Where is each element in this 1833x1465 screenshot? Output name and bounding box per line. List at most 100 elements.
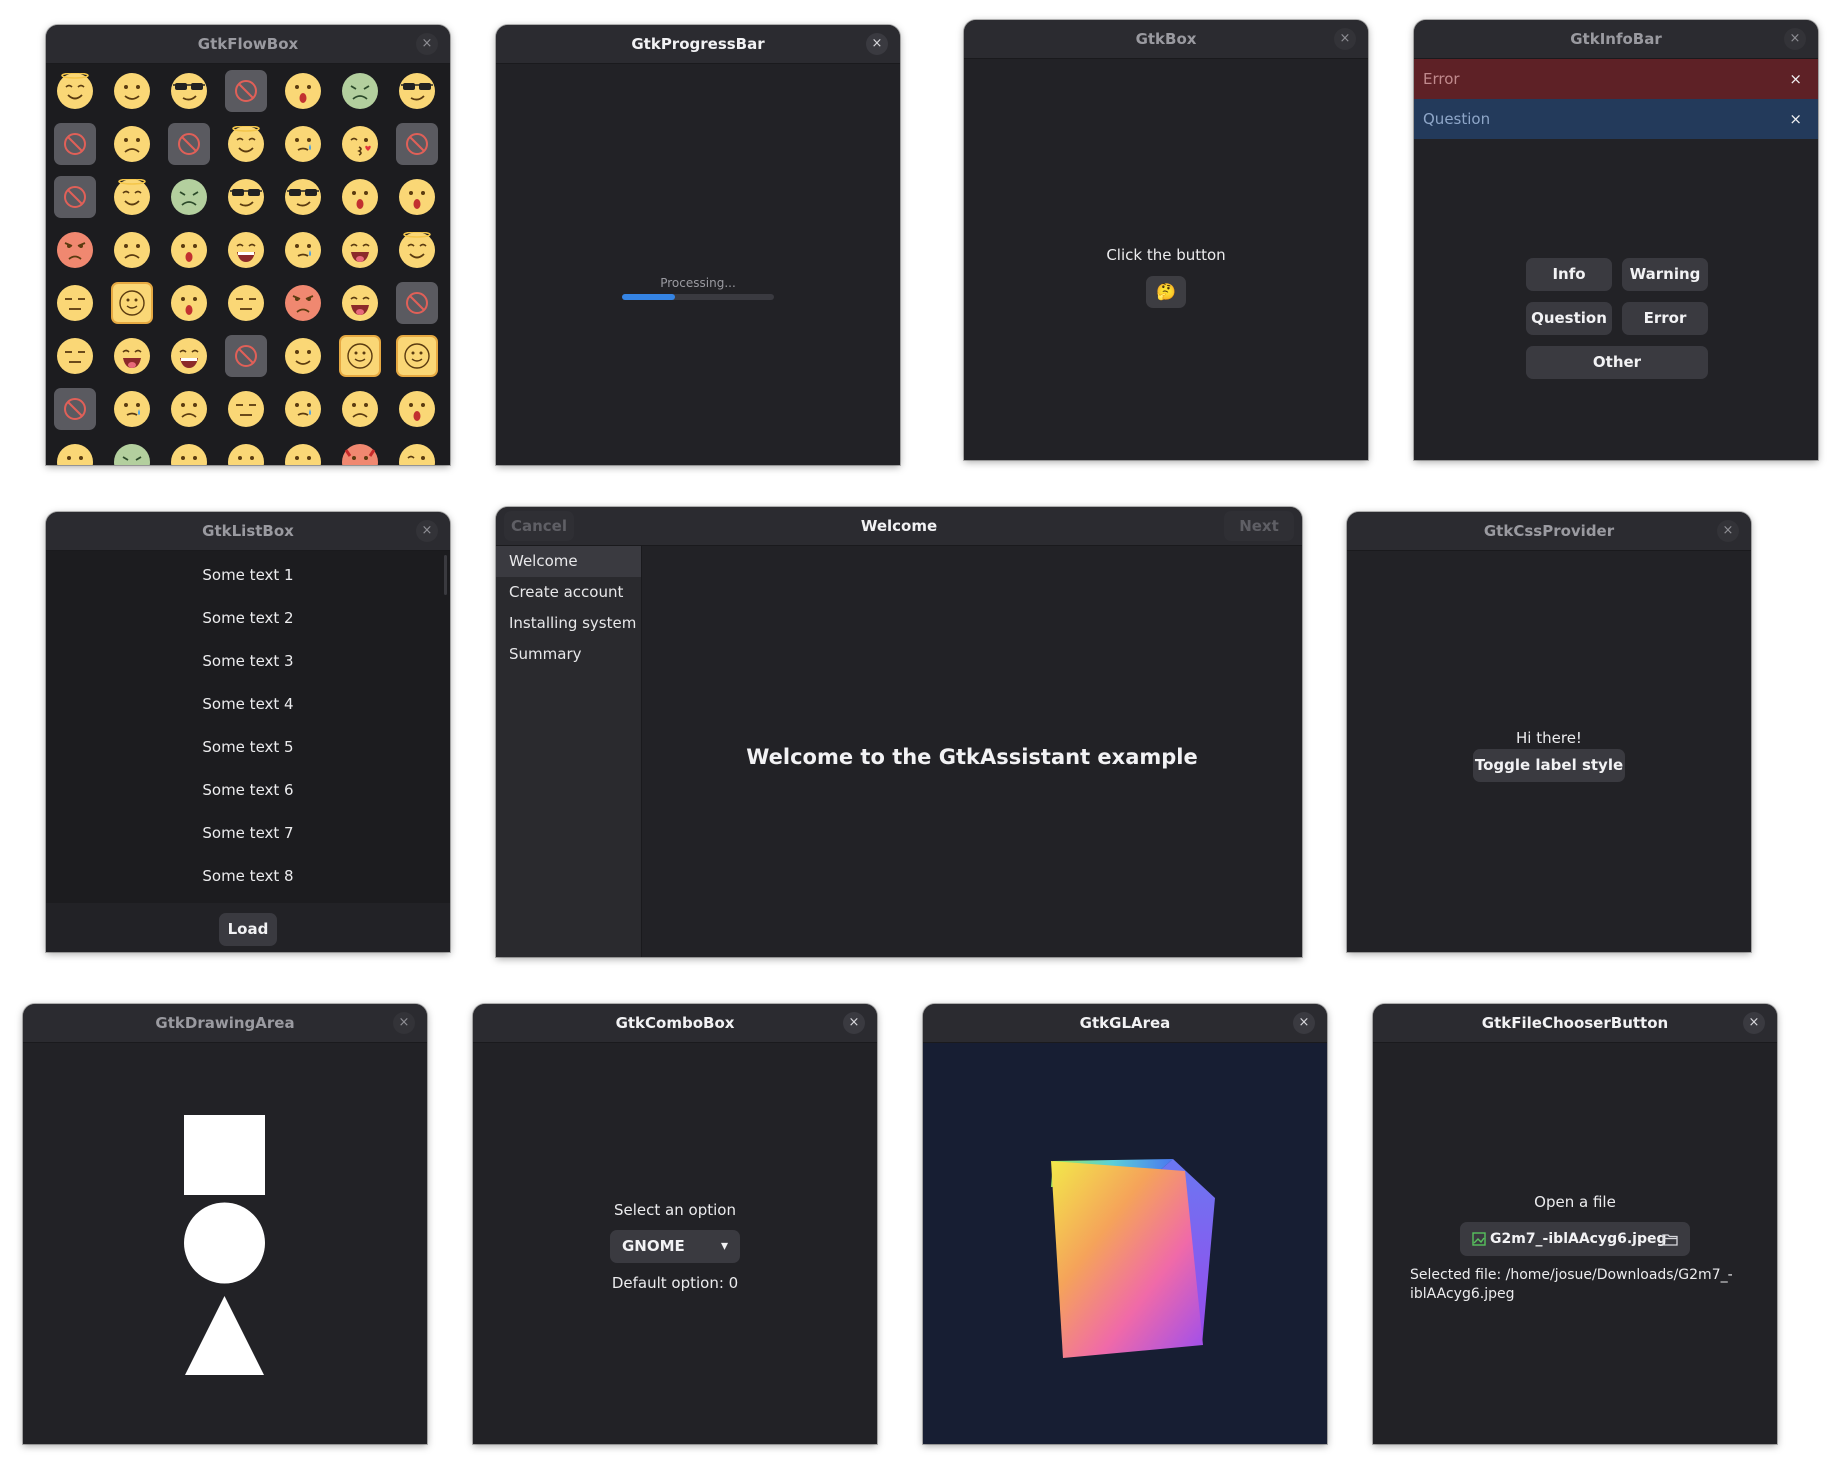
sad-emoji-icon[interactable] bbox=[109, 227, 155, 273]
selected-smile-emoji-icon[interactable] bbox=[394, 333, 440, 379]
titlebar[interactable]: Welcome Cancel Next bbox=[496, 507, 1302, 546]
sunglasses-emoji-icon[interactable] bbox=[394, 68, 440, 114]
neutral-emoji-icon[interactable] bbox=[223, 280, 269, 326]
no-entry-icon[interactable] bbox=[52, 386, 98, 432]
selected-smile-emoji-icon[interactable] bbox=[337, 333, 383, 379]
close-icon[interactable]: × bbox=[1334, 28, 1356, 50]
sad-emoji-icon[interactable] bbox=[109, 121, 155, 167]
tongue-emoji-icon[interactable] bbox=[337, 227, 383, 273]
list-item[interactable]: Some text 7 bbox=[46, 812, 450, 855]
titlebar[interactable]: GtkComboBox × bbox=[473, 1004, 877, 1043]
laugh-emoji-icon[interactable] bbox=[223, 227, 269, 273]
sunglasses-emoji-icon[interactable] bbox=[166, 68, 212, 114]
next-button[interactable]: Next bbox=[1224, 511, 1294, 541]
file-chooser-button[interactable]: G2m7_-iblAAcyg6.jpeg bbox=[1460, 1222, 1690, 1256]
close-icon[interactable]: × bbox=[1789, 99, 1802, 139]
close-icon[interactable]: × bbox=[866, 33, 888, 55]
angry-emoji-icon[interactable] bbox=[52, 227, 98, 273]
no-entry-icon[interactable] bbox=[223, 333, 269, 379]
other-button[interactable]: Other bbox=[1526, 346, 1708, 379]
close-icon[interactable]: × bbox=[843, 1012, 865, 1034]
cancel-button[interactable]: Cancel bbox=[504, 511, 574, 541]
sunglasses-emoji-icon[interactable] bbox=[280, 174, 326, 220]
question-button[interactable]: Question bbox=[1526, 302, 1612, 335]
load-button[interactable]: Load bbox=[219, 913, 277, 946]
laugh-emoji-icon[interactable] bbox=[166, 333, 212, 379]
list-item[interactable]: Some text 8 bbox=[46, 855, 450, 898]
surprised-emoji-icon[interactable] bbox=[394, 386, 440, 432]
sad-emoji-icon[interactable] bbox=[337, 386, 383, 432]
sick-emoji-icon[interactable] bbox=[337, 68, 383, 114]
list-item[interactable]: Some text 3 bbox=[46, 640, 450, 683]
no-entry-icon[interactable] bbox=[394, 280, 440, 326]
titlebar[interactable]: GtkListBox × bbox=[46, 512, 450, 551]
devil-emoji-icon[interactable] bbox=[337, 439, 383, 465]
titlebar[interactable]: GtkFileChooserButton × bbox=[1373, 1004, 1777, 1043]
angel-emoji-icon[interactable] bbox=[394, 227, 440, 273]
close-icon[interactable]: × bbox=[1743, 1012, 1765, 1034]
angry-emoji-icon[interactable] bbox=[280, 280, 326, 326]
list-item[interactable]: Some text 4 bbox=[46, 683, 450, 726]
no-entry-icon[interactable] bbox=[52, 121, 98, 167]
no-entry-icon[interactable] bbox=[223, 68, 269, 114]
smile-emoji-icon[interactable] bbox=[280, 333, 326, 379]
surprised-emoji-icon[interactable] bbox=[166, 227, 212, 273]
scrollbar[interactable] bbox=[444, 555, 447, 595]
list-item[interactable]: Some text 1 bbox=[46, 554, 450, 597]
toggle-label-style-button[interactable]: Toggle label style bbox=[1473, 749, 1625, 782]
tongue-emoji-icon[interactable] bbox=[109, 333, 155, 379]
titlebar[interactable]: GtkCssProvider × bbox=[1347, 512, 1751, 551]
list-item[interactable]: Some text 2 bbox=[46, 597, 450, 640]
thinking-emoji-button[interactable]: 🤔 bbox=[1146, 276, 1186, 308]
no-entry-icon[interactable] bbox=[394, 121, 440, 167]
neutral-emoji-icon[interactable] bbox=[52, 280, 98, 326]
angel-emoji-icon[interactable] bbox=[52, 68, 98, 114]
sick-emoji-icon[interactable] bbox=[109, 439, 155, 465]
smile-emoji-icon[interactable] bbox=[52, 439, 98, 465]
angel-emoji-icon[interactable] bbox=[223, 121, 269, 167]
titlebar[interactable]: GtkDrawingArea × bbox=[23, 1004, 427, 1043]
close-icon[interactable]: × bbox=[416, 33, 438, 55]
list-item[interactable]: Some text 6 bbox=[46, 769, 450, 812]
kiss-emoji-icon[interactable] bbox=[337, 121, 383, 167]
tongue-emoji-icon[interactable] bbox=[337, 280, 383, 326]
sad-emoji-icon[interactable] bbox=[166, 386, 212, 432]
surprised-emoji-icon[interactable] bbox=[337, 174, 383, 220]
selected-smile-emoji-icon[interactable] bbox=[109, 280, 155, 326]
tear-emoji-icon[interactable] bbox=[280, 386, 326, 432]
sick-emoji-icon[interactable] bbox=[166, 174, 212, 220]
option-combobox[interactable]: GNOME ▾ bbox=[610, 1230, 740, 1263]
tear-emoji-icon[interactable] bbox=[109, 386, 155, 432]
no-entry-icon[interactable] bbox=[52, 174, 98, 220]
surprised-emoji-icon[interactable] bbox=[280, 68, 326, 114]
warning-button[interactable]: Warning bbox=[1622, 258, 1708, 291]
smile-emoji-icon[interactable] bbox=[166, 439, 212, 465]
close-icon[interactable]: × bbox=[416, 520, 438, 542]
sunglasses-emoji-icon[interactable] bbox=[223, 174, 269, 220]
surprised-emoji-icon[interactable] bbox=[394, 174, 440, 220]
surprised-emoji-icon[interactable] bbox=[166, 280, 212, 326]
titlebar[interactable]: GtkGLArea × bbox=[923, 1004, 1327, 1043]
close-icon[interactable]: × bbox=[1293, 1012, 1315, 1034]
no-entry-icon[interactable] bbox=[166, 121, 212, 167]
list-item[interactable]: Some text 5 bbox=[46, 726, 450, 769]
error-button[interactable]: Error bbox=[1622, 302, 1708, 335]
wink-emoji-icon[interactable] bbox=[394, 439, 440, 465]
close-icon[interactable]: × bbox=[1789, 59, 1802, 99]
titlebar[interactable]: GtkProgressBar × bbox=[496, 25, 900, 64]
titlebar[interactable]: GtkInfoBar × bbox=[1414, 20, 1818, 59]
titlebar[interactable]: GtkFlowBox × bbox=[46, 25, 450, 64]
smile-emoji-icon[interactable] bbox=[223, 439, 269, 465]
info-button[interactable]: Info bbox=[1526, 258, 1612, 291]
close-icon[interactable]: × bbox=[393, 1012, 415, 1034]
tear-emoji-icon[interactable] bbox=[280, 121, 326, 167]
smile-emoji-icon[interactable] bbox=[280, 439, 326, 465]
neutral-emoji-icon[interactable] bbox=[223, 386, 269, 432]
smile-emoji-icon[interactable] bbox=[109, 68, 155, 114]
close-icon[interactable]: × bbox=[1784, 28, 1806, 50]
angel-emoji-icon[interactable] bbox=[109, 174, 155, 220]
titlebar[interactable]: GtkBox × bbox=[964, 20, 1368, 59]
close-icon[interactable]: × bbox=[1717, 520, 1739, 542]
tear-emoji-icon[interactable] bbox=[280, 227, 326, 273]
neutral-emoji-icon[interactable] bbox=[52, 333, 98, 379]
